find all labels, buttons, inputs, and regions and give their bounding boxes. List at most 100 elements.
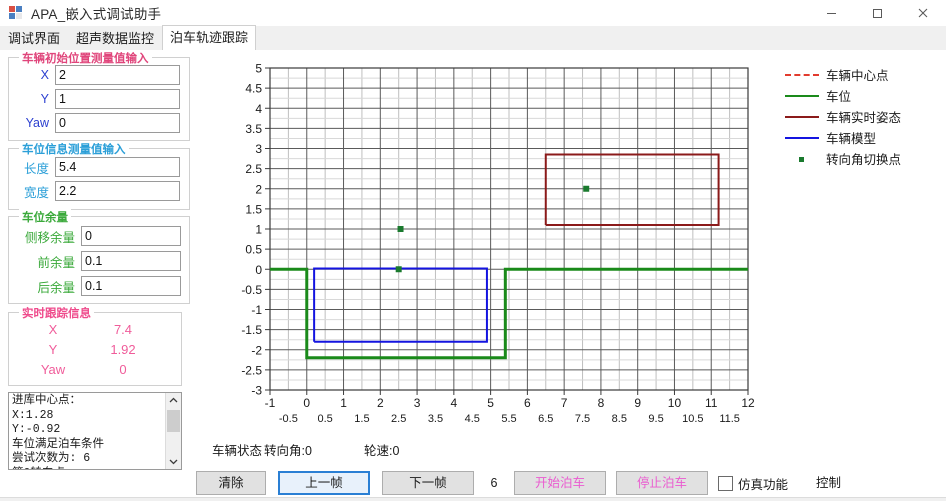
tab-ultrasonic-monitor[interactable]: 超声数据监控: [68, 26, 162, 50]
wheel-speed-value: 轮速:0: [364, 444, 400, 458]
x-tick-label-minor: 4.5: [465, 413, 480, 425]
x-tick-label-minor: 2.5: [391, 413, 406, 425]
tracking-key-yaw: Yaw: [40, 362, 66, 377]
marker-steer-switch-point: [397, 226, 404, 232]
legend-label-parking-slot: 车位: [826, 90, 852, 104]
tracking-value-yaw: 0: [119, 362, 127, 377]
x-tick-label: 11: [705, 396, 718, 410]
legend-key-green-line-icon: [784, 89, 820, 103]
y-tick-label: 4: [255, 102, 262, 116]
scroll-up-icon[interactable]: [166, 393, 181, 408]
start-parking-button[interactable]: 开始泊车: [514, 471, 606, 495]
field-row-length: 长度: [15, 157, 180, 177]
y-tick-label: -1.5: [241, 323, 262, 337]
title-bar: APA_嵌入式调试助手: [0, 0, 946, 26]
y-tick-label: 1: [255, 223, 262, 237]
scrollbar-thumb[interactable]: [167, 410, 180, 432]
y-tick-label: 0.5: [245, 243, 262, 257]
stop-parking-button[interactable]: 停止泊车: [616, 471, 708, 495]
close-button[interactable]: [900, 0, 946, 26]
simulation-label: 仿真功能: [738, 477, 789, 492]
control-row: 清除 上一帧 下一帧 6 开始泊车 停止泊车 仿真功能 控制: [196, 468, 946, 500]
close-icon: [918, 8, 928, 18]
input-initial-y[interactable]: [55, 89, 180, 109]
label-slot-length: 长度: [23, 161, 49, 176]
frame-number-value: 6: [490, 476, 498, 490]
input-front-margin[interactable]: [81, 251, 181, 271]
checkbox-box-icon[interactable]: [718, 475, 733, 491]
group-realtime-tracking: 实时跟踪信息 X 7.4 Y 1.92 Yaw 0: [8, 305, 182, 386]
minimize-button[interactable]: [808, 0, 854, 26]
x-tick-label-minor: 5.5: [501, 413, 516, 425]
label-front-margin: 前余量: [37, 255, 75, 270]
x-tick-label-minor: 10.5: [682, 413, 703, 425]
y-tick-label: 5: [255, 62, 262, 76]
input-slot-width[interactable]: [55, 181, 180, 201]
input-side-margin[interactable]: [81, 226, 181, 246]
marker-steer-switch-point: [583, 185, 590, 192]
x-tick-label-minor: 1.5: [354, 413, 369, 425]
marker-steer-switch-point: [395, 266, 402, 273]
tracking-value-y: 1.92: [110, 342, 136, 357]
legend-item-vehicle-pose: 车辆实时姿态: [784, 106, 944, 127]
window-title: APA_嵌入式调试助手: [31, 7, 162, 22]
previous-frame-button[interactable]: 上一帧: [278, 471, 370, 495]
log-output-box[interactable]: 进库中心点： X:1.28 Y:-0.92 车位满足泊车条件 尝试次数为: 6 …: [8, 392, 182, 470]
tracking-value-x: 7.4: [113, 322, 133, 337]
y-tick-label: -1: [251, 303, 262, 317]
x-tick-label: 5: [487, 396, 494, 410]
x-tick-label-minor: -0.5: [279, 413, 298, 425]
main-content: 车辆初始位置测量值输入 X Y Yaw 车位信息测量值输入 长度 宽度: [0, 50, 946, 500]
x-tick-label: -1: [265, 396, 276, 410]
y-tick-label: 2: [255, 182, 262, 196]
x-tick-label-minor: 6.5: [538, 413, 553, 425]
next-frame-button[interactable]: 下一帧: [382, 471, 474, 495]
scroll-down-icon[interactable]: [166, 454, 181, 469]
clear-button[interactable]: 清除: [196, 471, 266, 495]
y-tick-label: 1.5: [245, 202, 262, 216]
input-initial-x[interactable]: [55, 65, 180, 85]
input-initial-yaw[interactable]: [55, 113, 180, 133]
legend-item-parking-slot: 车位: [784, 85, 944, 106]
status-bar: [0, 497, 946, 501]
minimize-icon: [826, 12, 836, 14]
y-tick-label: 3.5: [245, 122, 262, 136]
legend-label-vehicle-model: 车辆模型: [826, 132, 877, 146]
y-tick-label: -3: [251, 384, 262, 398]
x-tick-label-minor: 11.5: [719, 413, 740, 425]
log-scrollbar[interactable]: [165, 393, 181, 469]
legend-item-vehicle-model: 车辆模型: [784, 127, 944, 148]
x-tick-label-minor: 0.5: [318, 413, 333, 425]
x-tick-label-minor: 9.5: [648, 413, 663, 425]
tab-bar: 调试界面 超声数据监控 泊车轨迹跟踪: [0, 25, 946, 51]
legend-item-vehicle-center: 车辆中心点: [784, 64, 944, 85]
tab-debug-interface[interactable]: 调试界面: [0, 26, 68, 50]
x-tick-label: 6: [524, 396, 531, 410]
maximize-icon: [872, 8, 882, 18]
legend-key-dot-marker-icon: [784, 152, 820, 166]
legend-key-darkred-line-icon: [784, 110, 820, 124]
simulation-checkbox[interactable]: 仿真功能: [718, 471, 788, 495]
input-slot-length[interactable]: [55, 157, 180, 177]
group-initial-position: 车辆初始位置测量值输入 X Y Yaw: [8, 50, 190, 141]
vehicle-state-label: 车辆状态: [212, 444, 263, 458]
field-row-side-margin: 侧移余量: [13, 226, 181, 246]
x-tick-label: 10: [668, 396, 682, 410]
y-tick-label: -2.5: [241, 363, 262, 377]
tracking-key-y: Y: [48, 342, 58, 357]
left-control-panel: 车辆初始位置测量值输入 X Y Yaw 车位信息测量值输入 长度 宽度: [0, 50, 196, 500]
x-tick-label: 9: [634, 396, 641, 410]
field-row-rear-margin: 后余量: [13, 276, 181, 296]
input-rear-margin[interactable]: [81, 276, 181, 296]
y-tick-label: 0: [255, 263, 262, 277]
legend-key-dashed-line-icon: [784, 68, 820, 82]
legend-label-vehicle-pose: 车辆实时姿态: [826, 111, 902, 125]
x-tick-label: 0: [303, 396, 310, 410]
x-tick-label: 7: [561, 396, 568, 410]
x-tick-label: 3: [414, 396, 421, 410]
maximize-button[interactable]: [854, 0, 900, 26]
group-margins: 车位余量 侧移余量 前余量 后余量: [8, 209, 190, 304]
x-tick-label: 2: [377, 396, 384, 410]
x-tick-label: 8: [598, 396, 605, 410]
tab-parking-trajectory[interactable]: 泊车轨迹跟踪: [162, 25, 257, 50]
